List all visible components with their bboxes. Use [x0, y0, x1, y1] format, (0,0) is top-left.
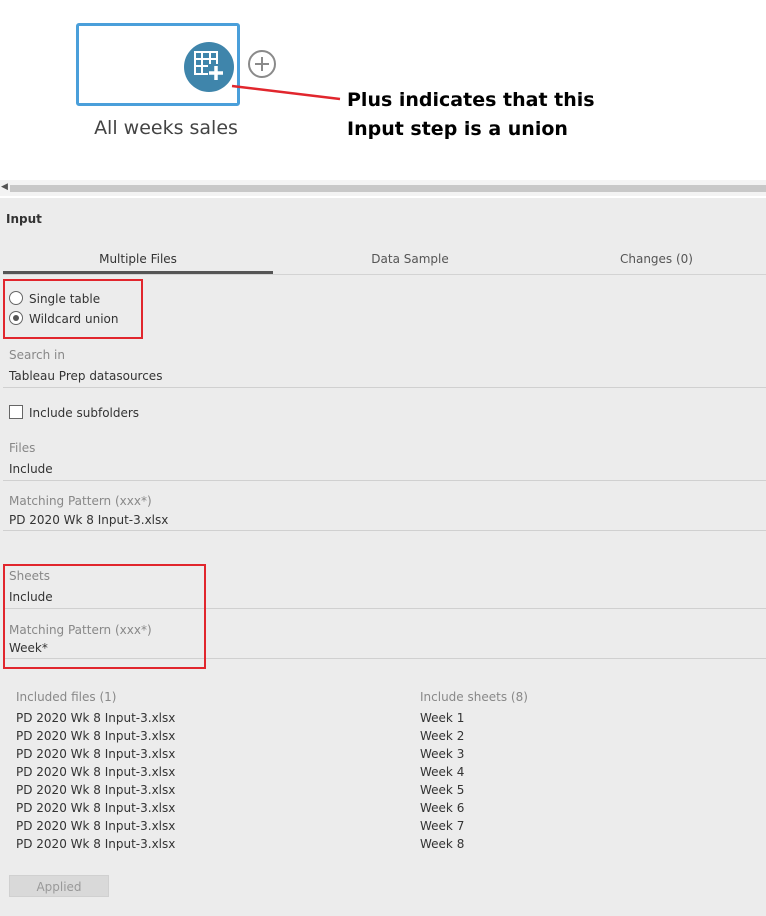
annotation-callout: Plus indicates that this Input step is a… — [347, 86, 647, 144]
flow-canvas: All weeks sales Plus indicates that this… — [0, 0, 766, 180]
list-item: Week 5 — [420, 783, 465, 797]
included-sheets-header: Include sheets (8) — [420, 690, 528, 704]
included-files-list: PD 2020 Wk 8 Input-3.xlsx PD 2020 Wk 8 I… — [16, 709, 175, 853]
included-sheets-list: Week 1 Week 2 Week 3 Week 4 Week 5 Week … — [420, 709, 464, 853]
sheets-highlight — [3, 564, 206, 669]
search-in-value[interactable]: Tableau Prep datasources — [9, 369, 162, 383]
list-item: Week 1 — [420, 711, 465, 725]
list-item: Week 7 — [420, 819, 465, 833]
list-item: PD 2020 Wk 8 Input-3.xlsx — [16, 837, 176, 851]
list-item: Week 4 — [420, 765, 465, 779]
panel-splitter[interactable]: ◀ — [0, 180, 766, 196]
list-item: PD 2020 Wk 8 Input-3.xlsx — [16, 801, 176, 815]
horizontal-scrollbar[interactable] — [10, 185, 766, 192]
applied-button[interactable]: Applied — [9, 875, 109, 897]
files-mode-value[interactable]: Include — [9, 462, 53, 476]
collapse-left-icon[interactable]: ◀ — [1, 182, 8, 192]
annotation-line-1: Plus indicates that this — [347, 89, 595, 111]
list-item: Week 2 — [420, 729, 465, 743]
input-settings-panel: Input Multiple Files Data Sample Changes… — [0, 198, 766, 916]
list-item: PD 2020 Wk 8 Input-3.xlsx — [16, 711, 176, 725]
panel-title: Input — [6, 212, 42, 226]
divider — [3, 480, 766, 481]
list-item: Week 8 — [420, 837, 465, 851]
include-subfolders-option[interactable]: Include subfolders — [9, 404, 140, 421]
files-pattern-label: Matching Pattern (xxx*) — [9, 494, 152, 508]
files-label: Files — [9, 441, 36, 455]
annotation-line-2: Input step is a union — [347, 118, 568, 140]
divider — [3, 387, 766, 388]
union-option-highlight — [3, 279, 143, 339]
list-item: PD 2020 Wk 8 Input-3.xlsx — [16, 729, 176, 743]
search-in-label: Search in — [9, 348, 65, 362]
tab-changes[interactable]: Changes (0) — [547, 242, 766, 274]
divider — [3, 530, 766, 531]
list-item: PD 2020 Wk 8 Input-3.xlsx — [16, 783, 176, 797]
tab-multiple-files[interactable]: Multiple Files — [3, 242, 273, 274]
list-item: PD 2020 Wk 8 Input-3.xlsx — [16, 819, 176, 833]
list-item: Week 3 — [420, 747, 465, 761]
tab-data-sample[interactable]: Data Sample — [273, 242, 547, 274]
included-files-header: Included files (1) — [16, 690, 117, 704]
include-subfolders-label: Include subfolders — [29, 406, 140, 420]
tab-bar: Multiple Files Data Sample Changes (0) — [3, 242, 766, 275]
list-item: Week 6 — [420, 801, 465, 815]
include-subfolders-checkbox[interactable] — [9, 404, 23, 419]
list-item: PD 2020 Wk 8 Input-3.xlsx — [16, 747, 176, 761]
files-pattern-input[interactable]: PD 2020 Wk 8 Input-3.xlsx — [9, 513, 168, 527]
list-item: PD 2020 Wk 8 Input-3.xlsx — [16, 765, 176, 779]
